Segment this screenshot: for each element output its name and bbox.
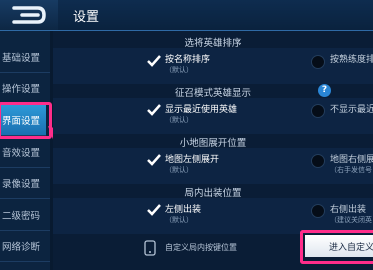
- sidebar-item-label: 录像设置: [2, 179, 41, 190]
- option-row: [53, 48, 373, 84]
- option-label[interactable]: 地图左侧展开: [165, 152, 219, 165]
- option-sublabel: （默认）: [165, 116, 193, 124]
- section-title: 选将英雄排序: [184, 38, 242, 49]
- option-sublabel: （建议关闭英: [330, 216, 372, 224]
- option-label[interactable]: 不显示最近: [330, 102, 373, 115]
- phone-icon: [144, 240, 156, 256]
- back-icon: [12, 6, 46, 24]
- sidebar-item-label: 二级密码: [2, 211, 41, 222]
- radio-icon[interactable]: [311, 55, 325, 69]
- option-label[interactable]: 显示最近使用英雄: [165, 102, 237, 115]
- sidebar-item-label: 基础设置: [2, 53, 41, 64]
- sidebar-item-label: 操作设置: [2, 84, 41, 95]
- option-label[interactable]: 地图右侧展: [330, 152, 373, 165]
- radio-icon[interactable]: [311, 154, 325, 168]
- checkmark-icon[interactable]: [147, 54, 161, 68]
- sidebar-item-basic[interactable]: 基础设置: [0, 42, 50, 73]
- option-label[interactable]: 按名称排序: [165, 52, 210, 65]
- option-sublabel: （默认）: [165, 66, 193, 74]
- option-label[interactable]: 按熟练度排: [330, 52, 373, 65]
- option-sublabel: （右手发信号: [330, 166, 372, 174]
- checkmark-icon[interactable]: [147, 153, 161, 167]
- page-title: 设置: [73, 10, 100, 25]
- option-row: [53, 198, 373, 234]
- option-label[interactable]: 左侧出装: [165, 202, 201, 215]
- checkmark-icon[interactable]: [147, 203, 161, 217]
- option-label[interactable]: 右侧出装: [330, 202, 366, 215]
- sidebar-item-password[interactable]: 二级密码: [0, 200, 50, 231]
- sidebar-item-controls[interactable]: 操作设置: [0, 73, 50, 104]
- option-sublabel: （默认）: [165, 166, 193, 174]
- sidebar-item-label: 网络诊断: [2, 242, 41, 253]
- checkmark-icon[interactable]: [147, 103, 161, 117]
- top-bar: 设置: [0, 0, 373, 31]
- sidebar-item-label: 音效设置: [2, 148, 41, 159]
- radio-icon[interactable]: [311, 204, 325, 218]
- help-icon[interactable]: ?: [318, 84, 331, 97]
- section-title: 局内出装位置: [184, 188, 242, 199]
- back-button[interactable]: [0, 0, 58, 30]
- sidebar-item-network[interactable]: 网络诊断: [0, 231, 50, 262]
- radio-icon[interactable]: [311, 104, 325, 118]
- section-title: 小地图展开位置: [179, 138, 247, 149]
- option-sublabel: （默认）: [165, 216, 193, 224]
- custom-layout-label: 自定义局内按键位置: [165, 243, 237, 252]
- highlight-box: [300, 230, 373, 264]
